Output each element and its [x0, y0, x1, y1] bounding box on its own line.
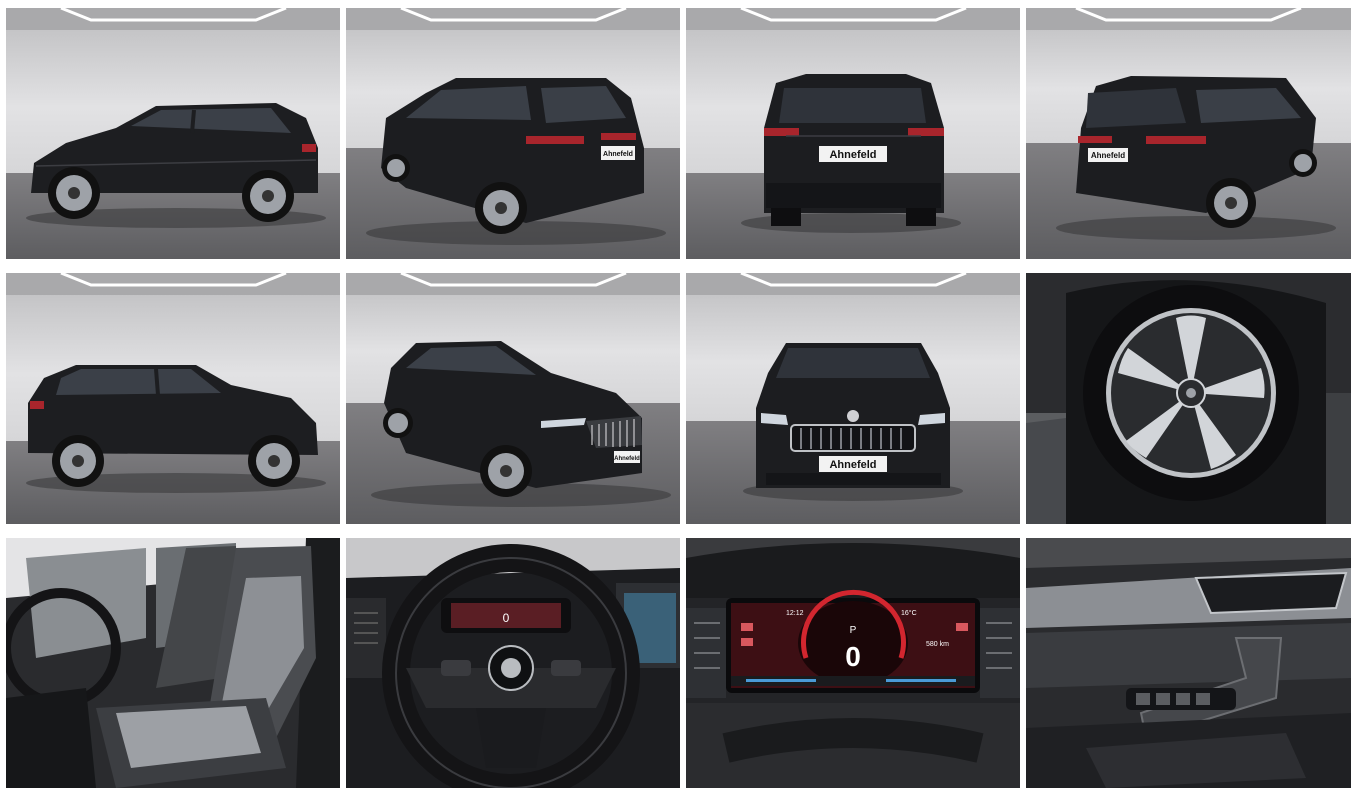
photo-gallery: Ahnefeld Ahnefeld Ahnefeld Ahnefeld Ahne…: [0, 0, 1351, 788]
photo-door-panel[interactable]: [1026, 538, 1351, 788]
license-plate-text: Ahnefeld: [829, 459, 876, 471]
photo-front-three-quarter-left[interactable]: Ahnefeld: [346, 273, 680, 524]
cluster-gear: P: [850, 625, 857, 636]
photo-driver-seat[interactable]: [6, 538, 340, 788]
photo-rear[interactable]: Ahnefeld: [686, 8, 1020, 259]
cluster-range: 580 km: [926, 641, 949, 648]
photo-steering-wheel[interactable]: 0: [346, 538, 680, 788]
license-plate-text: Ahnefeld: [1091, 151, 1125, 160]
photo-rear-three-quarter-left[interactable]: Ahnefeld: [346, 8, 680, 259]
photo-front[interactable]: Ahnefeld: [686, 273, 1020, 524]
steering-cluster-speed: 0: [503, 611, 510, 625]
cluster-temperature: 16°C: [901, 609, 917, 617]
photo-wheel-closeup[interactable]: [1026, 273, 1351, 524]
cluster-speed: 0: [845, 641, 861, 672]
license-plate-text: Ahnefeld: [614, 456, 640, 462]
license-plate-text: Ahnefeld: [829, 149, 876, 161]
photo-instrument-cluster[interactable]: 12:12 16°C P 0 580 km: [686, 538, 1020, 788]
photo-side-left[interactable]: [6, 8, 340, 259]
photo-rear-three-quarter-right[interactable]: Ahnefeld: [1026, 8, 1351, 259]
license-plate-text: Ahnefeld: [603, 151, 633, 158]
photo-side-right[interactable]: [6, 273, 340, 524]
cluster-clock: 12:12: [786, 610, 804, 617]
